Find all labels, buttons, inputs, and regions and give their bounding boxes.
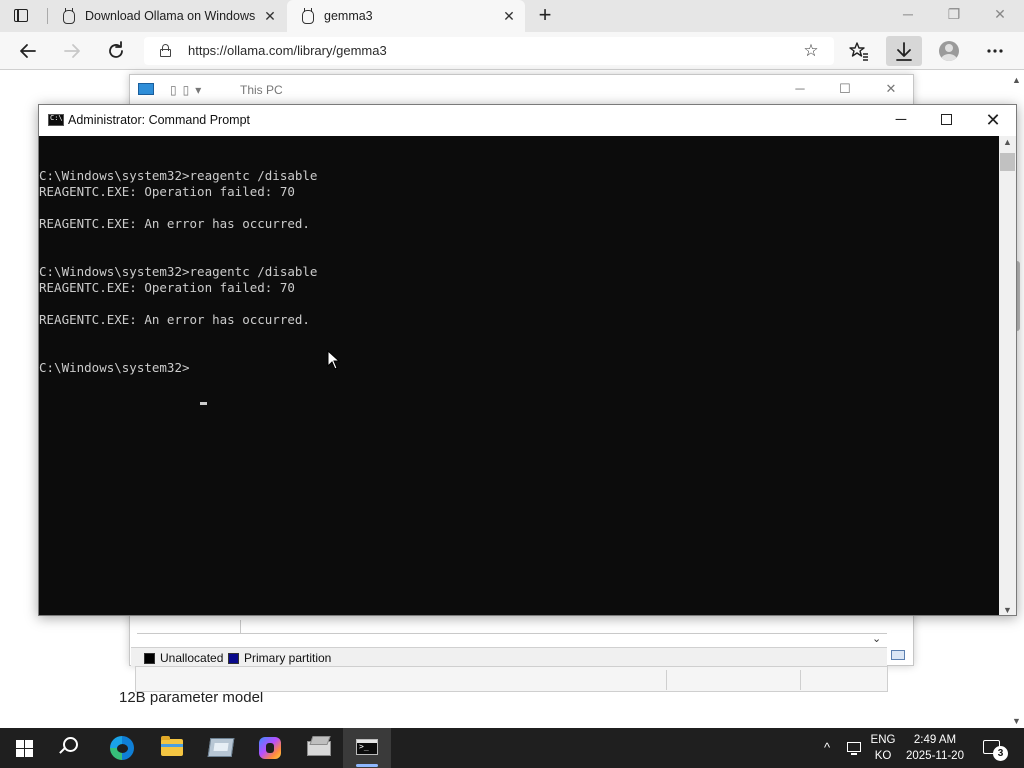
command-prompt-icon[interactable] [48,114,64,126]
taskbar-edge[interactable] [99,728,147,768]
browser-tab-bar: Download Ollama on Windows ✕ gemma3 ✕ + … [0,0,1024,32]
downloads-button[interactable] [886,36,922,66]
scroll-down-icon[interactable]: ▼ [1012,716,1021,726]
legend-swatch-primary [228,653,239,664]
cmd-window-title: Administrator: Command Prompt [68,113,251,127]
taskbar-file-explorer[interactable] [148,728,196,768]
taskbar-copilot[interactable] [246,728,294,768]
tab-actions-icon[interactable] [12,7,32,25]
cmd-scrollbar[interactable]: ▲ ▼ [999,136,1016,615]
arrow-left-icon [20,44,36,58]
network-icon[interactable] [845,739,863,757]
taskbar-setup[interactable] [295,728,343,768]
settings-more-button[interactable] [982,38,1008,64]
new-tab-button[interactable]: + [534,4,556,26]
bg-status-bar [135,666,888,692]
console-prompt-line[interactable]: C:\Windows\system32> [39,360,190,376]
scroll-up-icon[interactable]: ▲ [1003,137,1012,147]
taskbar-command-prompt[interactable] [343,728,391,768]
tray-overflow-chevron-icon[interactable]: ^ [819,738,835,758]
cmd-minimize-button[interactable]: ─ [889,110,913,130]
tab-download-ollama[interactable]: Download Ollama on Windows ✕ [47,0,286,32]
cmd-maximize-button[interactable] [935,110,959,130]
disk-graph-row [137,620,887,634]
profile-button[interactable] [936,38,962,64]
legend-swatch-unallocated [144,653,155,664]
scroll-up-icon[interactable]: ▲ [1012,75,1021,85]
disk-legend: Unallocated Primary partition [131,647,887,666]
tab-title: Download Ollama on Windows [85,9,256,23]
mouse-pointer-icon [327,350,341,370]
scroll-down-icon[interactable]: ▼ [1003,605,1012,615]
console-line: C:\Windows\system32>reagentc /disable [39,168,318,183]
favorites-icon [849,42,868,61]
terminal-icon [356,739,378,755]
browser-close-icon[interactable]: ✕ [990,4,1010,24]
computer-icon [138,83,154,95]
back-button[interactable] [15,38,41,64]
clock[interactable]: 2:49 AM 2025-11-20 [902,732,968,764]
notification-center-button[interactable]: 3 [980,738,1010,762]
browser-toolbar: https://ollama.com/library/gemma3 ☆ [0,32,1024,70]
console-line: C:\Windows\system32>reagentc /disable [39,264,318,279]
favorites-button[interactable] [846,38,872,64]
console-output[interactable]: C:\Windows\system32>reagentc /disable RE… [39,136,999,615]
maximize-icon [941,114,952,125]
browser-restore-icon[interactable]: ❐ [944,4,964,24]
star-plus-icon[interactable]: ☆ [800,40,822,62]
cmd-titlebar[interactable]: Administrator: Command Prompt ─ ✕ [39,105,1016,136]
tab-close-icon[interactable]: ✕ [502,9,516,23]
start-button[interactable] [0,728,48,768]
disk-icon [207,738,235,757]
console-line: REAGENTC.EXE: An error has occurred. [39,216,310,231]
console-line: REAGENTC.EXE: An error has occurred. [39,312,310,327]
reload-icon [109,41,123,58]
address-bar[interactable]: https://ollama.com/library/gemma3 ☆ [144,37,834,65]
keyboard-code: KO [874,750,892,762]
notification-count-badge: 3 [993,746,1008,761]
tab-close-icon[interactable]: ✕ [263,9,277,23]
download-icon [896,42,912,61]
clock-date: 2025-11-20 [906,750,964,762]
browser-minimize-icon[interactable]: ─ [898,4,918,24]
language-code: ENG [870,734,896,746]
search-button[interactable] [48,728,96,768]
arrow-right-icon [64,44,80,58]
chevron-down-icon[interactable]: ⌄ [872,632,881,645]
bg-window-title: This PC [240,83,283,97]
tab-title: gemma3 [324,9,373,23]
legend-label-primary: Primary partition [244,651,332,665]
text-cursor [200,402,207,405]
legend-label-unallocated: Unallocated [160,651,224,665]
bg-maximize-icon[interactable]: ☐ [837,81,853,97]
ollama-favicon-icon [60,8,76,24]
quick-access-icons[interactable]: ▯▯▾ [170,83,207,97]
input-language-indicator[interactable]: ENG KO [869,732,897,764]
folder-icon [161,736,183,756]
edge-icon [110,736,134,760]
bg-minimize-icon[interactable]: ─ [792,81,808,97]
avatar-icon [939,41,959,61]
command-prompt-window[interactable]: Administrator: Command Prompt ─ ✕ C:\Win… [38,104,1017,616]
more-icon [987,49,1003,53]
url-text[interactable]: https://ollama.com/library/gemma3 [188,43,387,58]
console-line: REAGENTC.EXE: Operation failed: 70 [39,184,295,199]
cmd-close-button[interactable]: ✕ [981,110,1005,130]
forward-button[interactable] [59,38,85,64]
copilot-icon [259,737,281,759]
clock-time: 2:49 AM [913,734,957,746]
console-line: REAGENTC.EXE: Operation failed: 70 [39,280,295,295]
view-icon[interactable] [891,650,905,660]
scroll-thumb[interactable] [1000,153,1015,171]
taskbar-disk-management[interactable] [197,728,245,768]
bg-window-titlebar[interactable]: ▯▯▾ This PC ─ ☐ ✕ [130,75,913,105]
bg-close-icon[interactable]: ✕ [883,81,899,97]
tab-gemma3[interactable]: gemma3 ✕ [287,0,525,32]
package-icon [307,741,331,756]
ollama-favicon-icon [299,8,315,24]
reload-button[interactable] [103,38,129,64]
lock-icon[interactable] [160,44,171,57]
